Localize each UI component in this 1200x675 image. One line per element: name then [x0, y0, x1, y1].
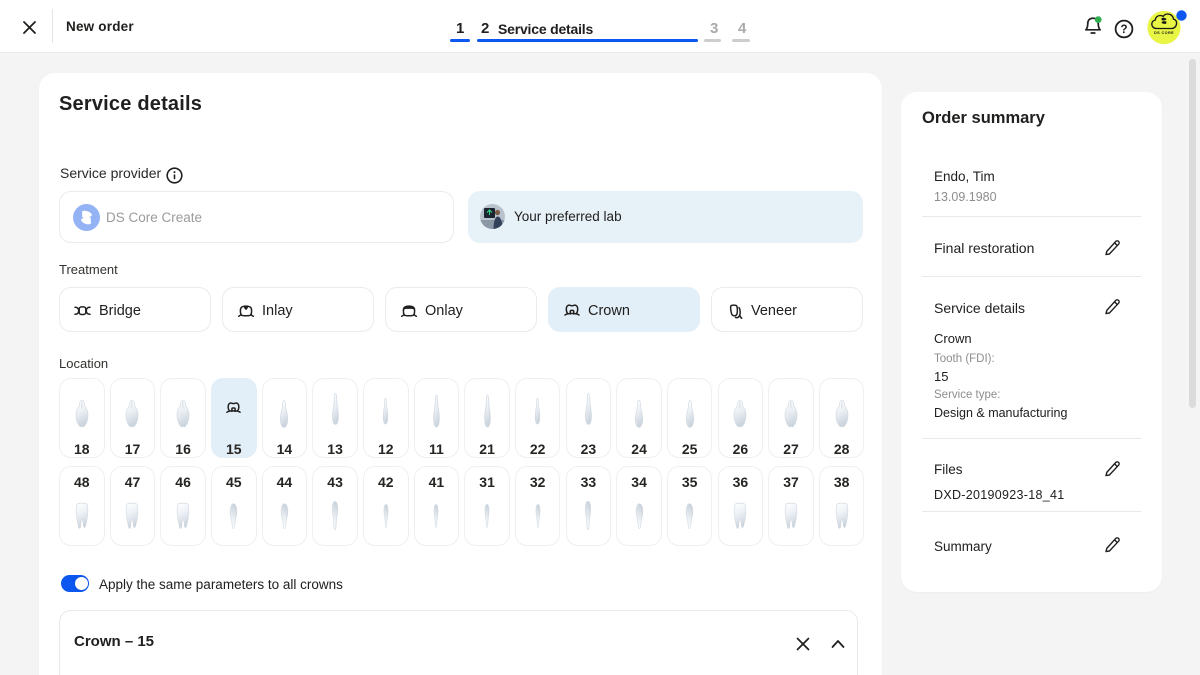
svg-text:DS CORE: DS CORE	[1154, 31, 1174, 35]
svg-text:?: ?	[1120, 24, 1127, 36]
